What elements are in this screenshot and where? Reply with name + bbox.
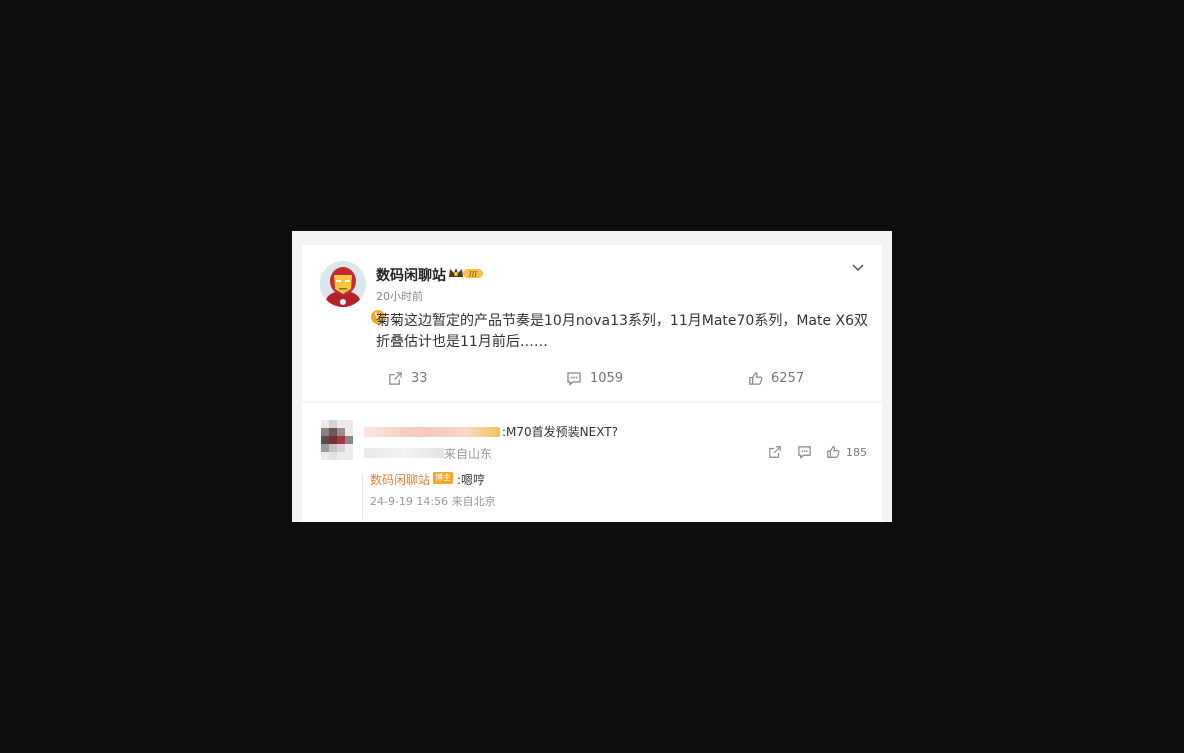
comment-location: 来自山东	[444, 447, 493, 461]
post-text: 菊菊这边暂定的产品节奏是10月nova13系列，11月Mate70系列，Mate…	[376, 313, 869, 350]
author-avatar[interactable]: V	[320, 261, 386, 325]
reply-thread-line	[362, 474, 363, 519]
comment-text: :M70首发预装NEXT?	[502, 425, 618, 439]
svg-text:III: III	[468, 271, 478, 279]
share-count: 33	[411, 371, 428, 386]
reply-text: :嗯哼	[457, 473, 486, 487]
thumbs-up-icon	[827, 446, 840, 458]
like-button[interactable]: 6257	[748, 371, 804, 386]
cropped-previous-comment	[320, 395, 440, 405]
author-name[interactable]: 数码闲聊站	[376, 265, 446, 285]
post-action-bar: 33 1059 6257	[302, 371, 882, 393]
comment-icon	[798, 446, 811, 459]
rank-badge-icon: III	[448, 265, 484, 284]
divider	[302, 401, 882, 403]
comment-button[interactable]: 1059	[566, 371, 623, 386]
reply-author[interactable]: 数码闲聊站	[370, 471, 430, 488]
share-button[interactable]: 33	[388, 371, 428, 386]
comment-like-count: 185	[846, 445, 867, 459]
comment-section: :M70首发预装NEXT? 来自山东 185 数码闲聊站 博主:嗯哼 24-9…	[302, 401, 882, 522]
chevron-down-icon[interactable]	[849, 258, 867, 276]
iron-man-avatar-icon	[320, 261, 366, 307]
share-icon	[389, 372, 402, 385]
author-badge: 博主	[433, 472, 453, 484]
comment-meta-redacted	[364, 448, 444, 458]
commenter-avatar-pixelated[interactable]	[321, 420, 353, 460]
comment-reply-button[interactable]	[797, 445, 812, 459]
like-count: 6257	[771, 371, 805, 386]
post-time: 20小时前	[376, 290, 423, 303]
commenter-name-redacted	[364, 427, 500, 437]
share-icon	[769, 446, 781, 458]
comment-count: 1059	[590, 371, 624, 386]
comment-icon	[567, 372, 581, 386]
reply-meta: 24-9-19 14:56 来自北京	[370, 495, 496, 508]
comment-like-button[interactable]: 185	[826, 445, 867, 459]
comment-share-button[interactable]	[768, 445, 782, 459]
thumbs-up-icon	[749, 372, 763, 385]
screenshot-frame: V 数码闲聊站 III 20小时前 菊菊这边暂定的产品节奏是10月nova13系…	[292, 231, 892, 522]
weibo-post-card: V 数码闲聊站 III 20小时前 菊菊这边暂定的产品节奏是10月nova13系…	[302, 245, 882, 403]
